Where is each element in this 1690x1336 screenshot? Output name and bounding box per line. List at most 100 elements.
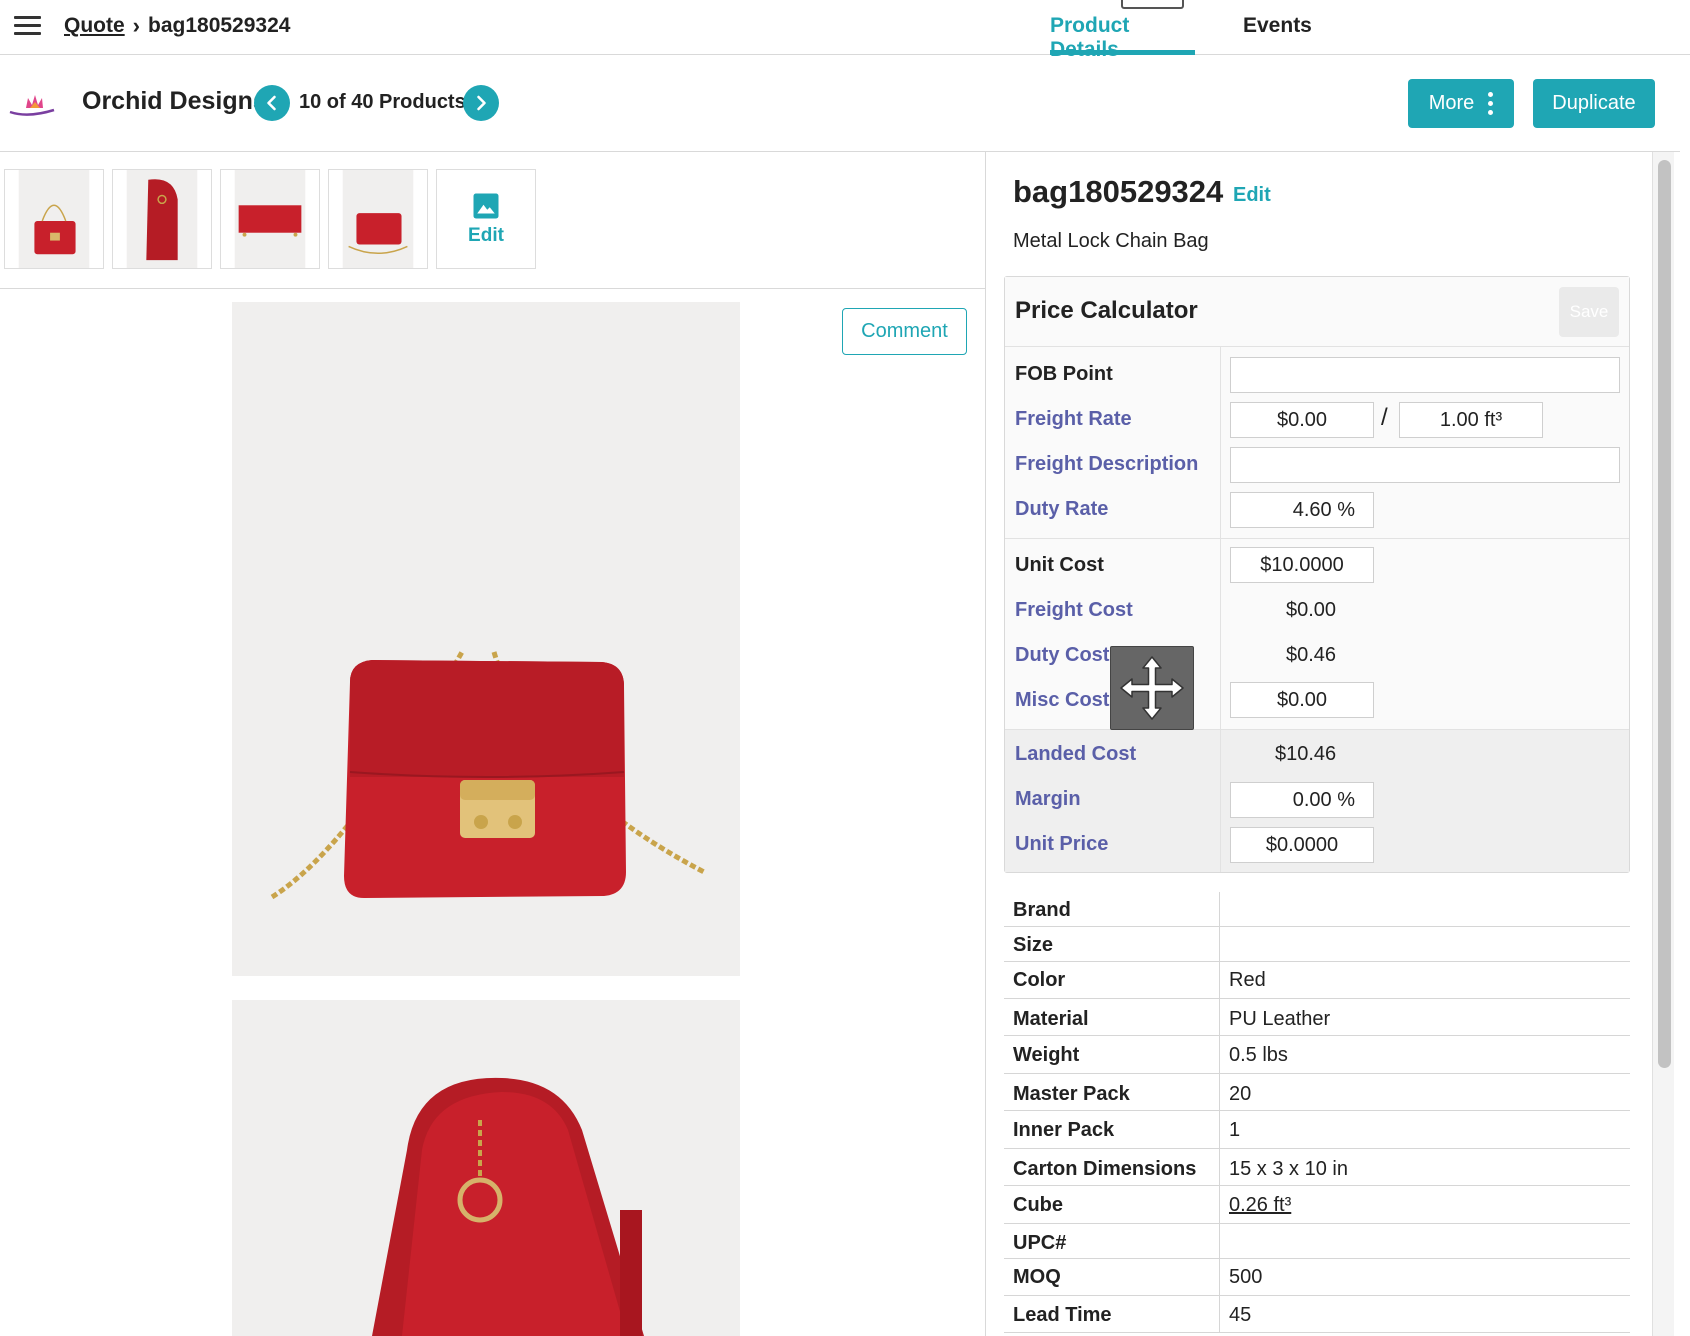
cube-value-link[interactable]: 0.26 ft³ — [1229, 1194, 1291, 1217]
move-arrows-icon[interactable] — [1110, 646, 1194, 730]
calculator-column-divider — [1220, 347, 1221, 872]
product-counter: 10 of 40 Products — [299, 91, 466, 113]
freight-description-input[interactable] — [1230, 447, 1620, 483]
freight-rate-label[interactable]: Freight Rate — [1015, 408, 1132, 431]
landed-cost-label[interactable]: Landed Cost — [1015, 743, 1136, 766]
freight-description-label[interactable]: Freight Description — [1015, 453, 1198, 476]
product-photo-side — [232, 1000, 740, 1336]
duplicate-button[interactable]: Duplicate — [1533, 79, 1655, 128]
edit-sku-link[interactable]: Edit — [1233, 184, 1271, 207]
breadcrumb: Quote › bag180529324 — [64, 13, 290, 39]
unit-cost-input[interactable]: $10.0000 — [1230, 547, 1374, 583]
tab-events[interactable]: Events — [1243, 0, 1312, 55]
right-panel-scrollbar[interactable] — [1652, 152, 1674, 1336]
attribute-row-brand: Brand — [1004, 892, 1630, 927]
attribute-row-moq: MOQ 500 — [1004, 1259, 1630, 1296]
scrollbar-thumb[interactable] — [1658, 160, 1671, 1068]
vendor-name: Orchid Designs — [82, 87, 267, 115]
margin-label[interactable]: Margin — [1015, 788, 1081, 811]
edit-images-button[interactable]: Edit — [436, 169, 536, 269]
attribute-label: Weight — [1013, 1044, 1080, 1066]
attribute-label: Brand — [1013, 899, 1071, 921]
duty-cost-value: $0.46 — [1286, 644, 1337, 666]
attribute-row-carton-dimensions: Carton Dimensions 15 x 3 x 10 in — [1004, 1149, 1630, 1186]
attribute-label: Master Pack — [1013, 1083, 1130, 1105]
top-bar: Quote › bag180529324 Product Details Eve… — [0, 0, 1690, 61]
duty-rate-label[interactable]: Duty Rate — [1015, 498, 1108, 521]
save-button[interactable]: Save — [1559, 287, 1619, 337]
attribute-label: Carton Dimensions — [1013, 1158, 1197, 1180]
misc-cost-input[interactable]: $0.00 — [1230, 682, 1374, 718]
attribute-value: 0.5 lbs — [1229, 1044, 1288, 1066]
attribute-row-cube: Cube 0.26 ft³ — [1004, 1186, 1630, 1224]
price-calculator-title: Price Calculator — [1015, 297, 1198, 324]
margin-input[interactable]: 0.00 % — [1230, 782, 1374, 818]
product-header: Orchid Designs 10 of 40 Products More Du… — [0, 56, 1680, 152]
comment-button[interactable]: Comment — [842, 308, 967, 355]
hamburger-menu-icon[interactable] — [14, 16, 41, 36]
freight-rate-separator: / — [1381, 404, 1388, 431]
price-calculator-header: Price Calculator Save — [1005, 277, 1629, 347]
attribute-row-size: Size — [1004, 927, 1630, 962]
attribute-row-lead-time: Lead Time 45 — [1004, 1296, 1630, 1333]
freight-cost-value: $0.00 — [1286, 599, 1337, 621]
edit-images-label: Edit — [468, 225, 504, 246]
product-sku: bag180529324 — [1013, 174, 1224, 209]
attribute-value: Red — [1229, 969, 1266, 991]
attribute-label: Material — [1013, 1008, 1089, 1030]
attribute-label: Color — [1013, 969, 1066, 991]
attribute-value: 1 — [1229, 1119, 1241, 1141]
duty-cost-label[interactable]: Duty Cost — [1015, 644, 1109, 667]
more-button[interactable]: More — [1408, 79, 1514, 128]
duty-rate-input[interactable]: 4.60 % — [1230, 492, 1374, 528]
attribute-row-master-pack: Master Pack 20 — [1004, 1074, 1630, 1111]
attribute-value: 15 x 3 x 10 in — [1229, 1158, 1348, 1180]
unit-price-label[interactable]: Unit Price — [1015, 833, 1108, 856]
fob-point-input[interactable] — [1230, 357, 1620, 393]
breadcrumb-quote-link[interactable]: Quote — [64, 14, 125, 38]
image-gallery-strip: Edit — [0, 152, 985, 289]
attribute-value: 500 — [1229, 1266, 1263, 1288]
more-button-label: More — [1428, 92, 1475, 114]
attribute-label: Size — [1013, 934, 1054, 956]
next-product-button[interactable] — [463, 85, 499, 121]
tab-bar: Product Details Events — [1050, 0, 1312, 61]
red-handbag-image — [232, 302, 740, 976]
unit-cost-label: Unit Cost — [1015, 554, 1104, 576]
product-photo-main — [232, 302, 740, 976]
attribute-row-material: Material PU Leather — [1004, 999, 1630, 1036]
attribute-value: PU Leather — [1229, 1008, 1331, 1030]
attribute-value: 20 — [1229, 1083, 1252, 1105]
freight-cost-label[interactable]: Freight Cost — [1015, 599, 1133, 622]
freight-rate-unit-input[interactable]: 1.00 ft³ — [1399, 402, 1543, 438]
pricing-section: Landed Cost $10.46 Margin 0.00 % Unit Pr… — [1005, 730, 1629, 872]
product-thumbnail-1[interactable] — [4, 169, 104, 269]
fob-point-label: FOB Point — [1015, 363, 1113, 385]
attribute-label: Lead Time — [1013, 1304, 1112, 1326]
panel-divider — [985, 152, 986, 1336]
orchid-logo — [9, 95, 55, 116]
unit-price-input[interactable]: $0.0000 — [1230, 827, 1374, 863]
attribute-label: MOQ — [1013, 1266, 1061, 1288]
attribute-value: 45 — [1229, 1304, 1252, 1326]
attribute-label: Cube — [1013, 1194, 1063, 1216]
misc-cost-label[interactable]: Misc Cost — [1015, 689, 1109, 712]
product-thumbnail-2[interactable] — [112, 169, 212, 269]
product-thumbnail-4[interactable] — [328, 169, 428, 269]
chevron-left-icon — [267, 95, 276, 111]
freight-section: FOB Point Freight Rate $0.00 / 1.00 ft³ … — [1005, 347, 1629, 539]
product-attributes-table: Brand Size Color Red Material PU Leather… — [1004, 892, 1630, 1333]
chevron-right-icon — [477, 95, 486, 111]
chevron-right-icon: › — [132, 13, 140, 38]
previous-product-button[interactable] — [254, 85, 290, 121]
attribute-row-upc: UPC# — [1004, 1224, 1630, 1259]
red-handbag-side-image — [232, 1000, 740, 1336]
product-thumbnail-3[interactable] — [220, 169, 320, 269]
image-icon — [473, 193, 499, 219]
cost-section: Unit Cost $10.0000 Freight Cost $0.00 Du… — [1005, 539, 1629, 730]
tab-product-details[interactable]: Product Details — [1050, 0, 1195, 61]
product-description: Metal Lock Chain Bag — [1013, 230, 1209, 252]
attribute-label: Inner Pack — [1013, 1119, 1115, 1141]
price-calculator: Price Calculator Save FOB Point Freight … — [1004, 276, 1630, 873]
freight-rate-input[interactable]: $0.00 — [1230, 402, 1374, 438]
